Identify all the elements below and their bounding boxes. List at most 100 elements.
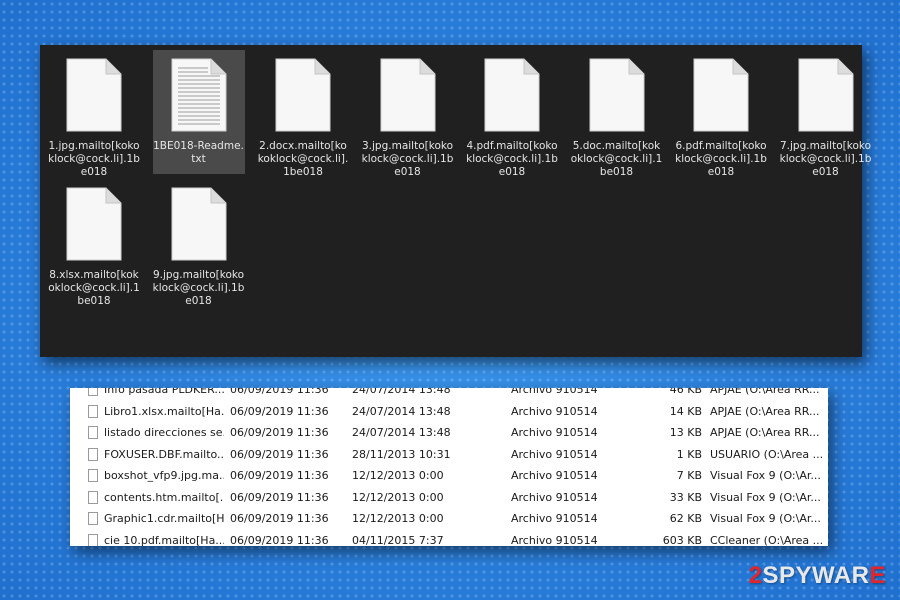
file-item[interactable]: 5.doc.mailto[kokoklock@cock.li].1be018	[571, 50, 663, 178]
file-type-cell: Archivo 910514	[511, 426, 598, 439]
file-size-cell: 14 KB	[669, 404, 702, 418]
owner-cell: APJAE (O:\Area RR...	[710, 404, 820, 418]
file-name-label: 8.xlsx.mailto[kokoklock@cock.li].1be018	[48, 269, 140, 307]
file-name-cell: boxshot_vfp9.jpg.ma...	[104, 469, 224, 482]
file-icon	[88, 490, 98, 504]
file-type-cell: Archivo 910514	[511, 388, 598, 396]
date-created-cell: 28/11/2013 10:31	[352, 447, 451, 461]
file-icon	[88, 469, 98, 482]
table-row[interactable]: Libro1.xlsx.mailto[Ha... 06/09/2019 11:36…	[70, 401, 828, 423]
date-modified-cell: 06/09/2019 11:36	[230, 447, 329, 461]
watermark-prefix: 2	[748, 562, 763, 589]
date-modified-cell: 06/09/2019 11:36	[230, 404, 329, 418]
owner-cell: Visual Fox 9 (O:\Ar...	[710, 469, 821, 482]
file-name-cell: FOXUSER.DBF.mailto...	[104, 447, 224, 461]
file-icon	[88, 533, 98, 546]
file-type-cell: Archivo 910514	[511, 447, 598, 461]
file-icon	[88, 512, 98, 525]
file-size-cell: 33 KB	[669, 490, 702, 504]
file-size-cell: 7 KB	[676, 469, 702, 482]
blank-file-icon	[589, 58, 644, 132]
blank-file-icon	[275, 58, 331, 132]
file-name-label: 1.jpg.mailto[kokoklock@cock.li].1be018	[48, 140, 140, 178]
file-icon	[88, 404, 98, 418]
table-row[interactable]: FOXUSER.DBF.mailto... 06/09/2019 11:36 28/…	[70, 444, 828, 466]
blank-file-icon	[171, 187, 226, 261]
file-item[interactable]: 6.pdf.mailto[kokoklock@cock.li].1be018	[675, 50, 767, 178]
file-item[interactable]: 7.jpg.mailto[kokoklock@cock.li].1be018	[780, 50, 872, 178]
file-size-cell: 603 KB	[662, 533, 702, 547]
file-size-cell: 62 KB	[669, 512, 702, 525]
owner-cell: USUARIO (O:\Area ...	[710, 447, 824, 461]
date-created-cell: 24/07/2014 13:48	[352, 388, 451, 396]
date-created-cell: 12/12/2013 0:00	[352, 512, 444, 525]
watermark-brand: SPYWAR	[762, 562, 870, 589]
file-grid: 1.jpg.mailto[kokoklock@cock.li].1be018 1B…	[40, 45, 871, 357]
file-name-cell: Graphic1.cdr.mailto[H...	[104, 512, 224, 525]
file-type-cell: Archivo 910514	[511, 533, 598, 547]
file-name-cell: cie 10.pdf.mailto[Ha...	[104, 533, 224, 547]
date-created-cell: 24/07/2014 13:48	[352, 426, 451, 439]
table-row[interactable]: Info pasada PLDKER... 06/09/2019 11:36 24/…	[70, 388, 828, 401]
file-size-cell: 1 KB	[676, 447, 702, 461]
blank-file-icon	[380, 58, 435, 132]
file-name-label: 2.docx.mailto[kokoklock@cock.li].1be018	[257, 140, 349, 178]
watermark-suffix: E	[869, 562, 886, 589]
blank-file-icon	[66, 187, 122, 261]
date-created-cell: 04/11/2015 7:37	[352, 533, 444, 547]
file-name-label: 7.jpg.mailto[kokoklock@cock.li].1be018	[779, 140, 872, 178]
date-modified-cell: 06/09/2019 11:36	[230, 512, 329, 525]
file-size-cell: 13 KB	[669, 426, 702, 439]
text-file-icon	[171, 58, 226, 132]
file-name-label: 3.jpg.mailto[kokoklock@cock.li].1be018	[361, 140, 454, 178]
date-modified-cell: 06/09/2019 11:36	[230, 388, 329, 396]
owner-cell: Visual Fox 9 (O:\Ar...	[710, 490, 821, 504]
date-modified-cell: 06/09/2019 11:36	[230, 533, 329, 547]
file-size-cell: 46 KB	[669, 388, 702, 396]
details-list: Info pasada PLDKER... 06/09/2019 11:36 24/…	[70, 388, 828, 546]
date-modified-cell: 06/09/2019 11:36	[230, 469, 329, 482]
file-name-cell: listado direcciones se...	[104, 426, 224, 439]
file-type-cell: Archivo 910514	[511, 490, 598, 504]
file-name-cell: Info pasada PLDKER...	[104, 388, 224, 396]
file-name-label: 4.pdf.mailto[kokoklock@cock.li].1be018	[466, 140, 558, 178]
date-created-cell: 12/12/2013 0:00	[352, 490, 444, 504]
file-item[interactable]: 2.docx.mailto[kokoklock@cock.li].1be018	[257, 50, 349, 178]
file-name-label: 6.pdf.mailto[kokoklock@cock.li].1be018	[675, 140, 767, 178]
table-row[interactable]: contents.htm.mailto[... 06/09/2019 11:36 1…	[70, 487, 828, 509]
file-name-label: 9.jpg.mailto[kokoklock@cock.li].1be018	[152, 269, 245, 307]
file-type-cell: Archivo 910514	[511, 469, 598, 482]
file-icon	[88, 447, 98, 461]
blank-file-icon	[693, 58, 749, 132]
file-name-cell: Libro1.xlsx.mailto[Ha...	[104, 404, 224, 418]
explorer-window: 1.jpg.mailto[kokoklock@cock.li].1be018 1B…	[40, 45, 871, 357]
file-name-cell: contents.htm.mailto[...	[104, 490, 224, 504]
file-type-cell: Archivo 910514	[511, 512, 598, 525]
date-modified-cell: 06/09/2019 11:36	[230, 490, 329, 504]
watermark-logo: 2SPYWARE	[749, 562, 886, 590]
blank-file-icon	[66, 58, 122, 132]
file-item[interactable]: 8.xlsx.mailto[kokoklock@cock.li].1be018	[48, 179, 140, 307]
owner-cell: Visual Fox 9 (O:\Ar...	[710, 512, 821, 525]
file-item[interactable]: 4.pdf.mailto[kokoklock@cock.li].1be018	[466, 50, 558, 178]
owner-cell: APJAE (O:\Area RR...	[710, 388, 820, 396]
table-row[interactable]: Graphic1.cdr.mailto[H... 06/09/2019 11:36…	[70, 508, 828, 530]
file-name-label: 5.doc.mailto[kokoklock@cock.li].1be018	[570, 140, 663, 178]
file-item[interactable]: 3.jpg.mailto[kokoklock@cock.li].1be018	[362, 50, 454, 178]
table-row[interactable]: listado direcciones se... 06/09/2019 11:3…	[70, 422, 828, 444]
date-created-cell: 12/12/2013 0:00	[352, 469, 444, 482]
file-item[interactable]: 9.jpg.mailto[kokoklock@cock.li].1be018	[153, 179, 245, 307]
file-type-cell: Archivo 910514	[511, 404, 598, 418]
table-row[interactable]: boxshot_vfp9.jpg.ma... 06/09/2019 11:36 12…	[70, 465, 828, 487]
date-modified-cell: 06/09/2019 11:36	[230, 426, 329, 439]
blank-file-icon	[484, 58, 540, 132]
file-item[interactable]: 1BE018-Readme.txt	[152, 50, 245, 174]
owner-cell: CCleaner (O:\Area ...	[710, 533, 824, 547]
owner-cell: APJAE (O:\Area RR...	[710, 426, 820, 439]
file-item[interactable]: 1.jpg.mailto[kokoklock@cock.li].1be018	[48, 50, 140, 178]
table-row[interactable]: cie 10.pdf.mailto[Ha... 06/09/2019 11:36 0…	[70, 530, 828, 547]
date-created-cell: 24/07/2014 13:48	[352, 404, 451, 418]
file-name-label: 1BE018-Readme.txt	[153, 140, 244, 165]
file-icon	[88, 388, 98, 396]
file-icon	[88, 426, 98, 439]
